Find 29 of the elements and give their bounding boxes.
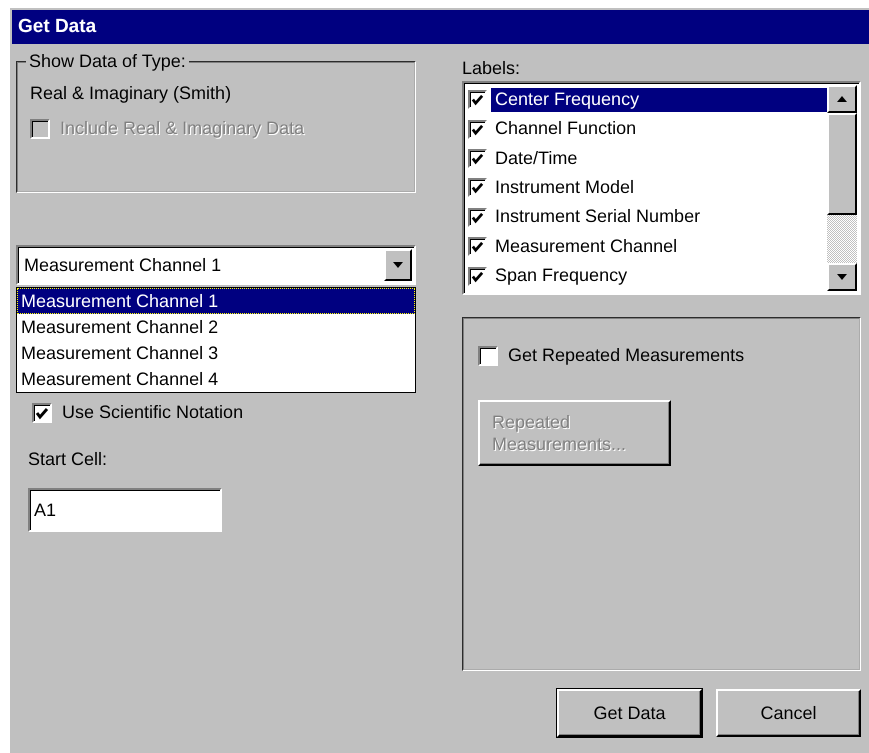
list-item[interactable]: Date/Time — [491, 146, 827, 171]
checkbox-label: Include Real & Imaginary Data — [60, 118, 304, 139]
channel-dropdown[interactable]: Measurement Channel 1 — [16, 245, 416, 285]
checkbox-label: Get Repeated Measurements — [508, 345, 744, 366]
checkbox[interactable] — [478, 346, 498, 366]
data-type-text: Real & Imaginary (Smith) — [30, 83, 232, 104]
window-title: Get Data — [18, 16, 96, 38]
checkbox[interactable] — [32, 402, 52, 422]
cancel-button[interactable]: Cancel — [716, 689, 861, 737]
list-item[interactable]: Span Frequency — [491, 264, 827, 288]
scroll-down-icon[interactable] — [827, 263, 857, 291]
list-item[interactable]: Measurement Channel — [491, 234, 827, 259]
dropdown-option[interactable]: Measurement Channel 4 — [17, 366, 415, 392]
checkbox-label: Use Scientific Notation — [62, 402, 244, 423]
list-item[interactable]: Center Frequency — [491, 88, 827, 112]
dropdown-option[interactable]: Measurement Channel 1 — [17, 288, 415, 314]
field-label: Start Cell: — [27, 449, 108, 470]
dropdown-option[interactable]: Measurement Channel 2 — [17, 314, 415, 340]
list-title: Labels: — [462, 58, 522, 79]
get-data-button[interactable]: Get Data — [557, 689, 702, 737]
scroll-thumb[interactable] — [827, 113, 857, 215]
group-title: Show Data of Type: — [26, 51, 189, 72]
list-item[interactable]: Instrument Model — [491, 176, 827, 200]
start-cell-field[interactable]: A1 — [28, 488, 222, 532]
scrollbar[interactable] — [827, 85, 857, 291]
scroll-up-icon[interactable] — [827, 85, 857, 113]
list-item[interactable]: Instrument Serial Number — [491, 205, 827, 230]
dropdown-option[interactable]: Measurement Channel 3 — [17, 340, 415, 366]
list-item[interactable]: Channel Function — [491, 117, 827, 142]
